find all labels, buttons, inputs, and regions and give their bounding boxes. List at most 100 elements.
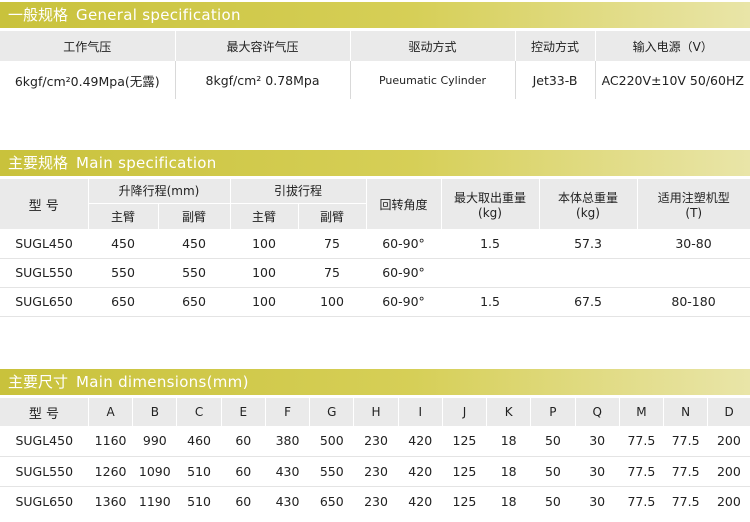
header-work-pressure: 工作气压 [63, 39, 112, 54]
dims-cell: 510 [187, 493, 211, 509]
dims-header-k: K [486, 398, 531, 426]
dims-cell: 230 [364, 493, 388, 509]
cell-pull-sub: 75 [298, 229, 367, 259]
dims-cell: 18 [486, 456, 531, 487]
dims-header-row: 型 号 A B C E F G H I J K P Q M N D [0, 398, 750, 426]
dims-cell: SUGL450 [0, 426, 89, 457]
dims-cell: 1160 [88, 426, 133, 457]
cell-pull-main: 100 [230, 229, 298, 259]
value-drive-mode: Pueumatic Cylinder [349, 61, 515, 99]
cell-machine-type: 30-80 [637, 229, 750, 259]
dims-header-f: F [264, 398, 310, 426]
main-dims-title-cn: 主要尺寸 [8, 373, 69, 391]
dims-cell: 1260 [88, 456, 133, 487]
dims-cell: 125 [452, 493, 477, 509]
cell-max-load: 1.5 [441, 287, 540, 317]
header-control-mode: 控动方式 [514, 31, 595, 61]
cell-lift-sub: 450 [158, 229, 230, 259]
header-power-input: 输入电源（V） [594, 31, 750, 61]
dims-cell: 430 [265, 456, 310, 487]
dims-cell: 125 [442, 456, 487, 487]
general-spec-title-cn: 一般规格 [8, 6, 69, 24]
dims-cell: 77.5 [619, 426, 664, 457]
cell-pull-main: 100 [230, 258, 298, 288]
general-spec-header-row: 工作气压 最大容许气压 驱动方式 控动方式 输入电源（V） [0, 31, 750, 61]
dims-cell: 420 [408, 493, 433, 509]
header-lift-stroke: 升降行程(mm) [87, 179, 230, 204]
cell-rotation: 60-90° [366, 258, 442, 288]
dims-header-b: B [132, 398, 177, 426]
cell-pull-sub: 100 [298, 287, 367, 317]
general-spec-table: 工作气压 最大容许气压 驱动方式 控动方式 输入电源（V） 6kgf/cm²0.… [0, 31, 750, 99]
header-max-pressure: 最大容许气压 [174, 31, 350, 61]
dims-header-n: N [663, 398, 708, 426]
dims-cell: 77.5 [627, 493, 656, 509]
header-machine-type-unit: (T) [685, 205, 703, 220]
dims-cell: 230 [353, 426, 399, 457]
cell-model: SUGL550 [0, 258, 88, 288]
dims-header-i: I [397, 398, 443, 426]
general-spec-value-row: 6kgf/cm²0.49Mpa(无露) 8kgf/cm² 0.78Mpa Pue… [0, 61, 750, 99]
dims-header-d: D [707, 398, 750, 426]
cell-model: SUGL450 [0, 229, 88, 259]
cell-lift-main: 650 [88, 287, 158, 317]
dims-cell: 230 [353, 456, 399, 487]
header-body-weight-unit: (kg) [576, 205, 600, 220]
main-spec-title-cn: 主要规格 [8, 154, 69, 172]
cell-rotation: 60-90° [366, 287, 442, 317]
header-drive-mode: 驱动方式 [349, 31, 515, 61]
dims-cell: 30 [589, 493, 606, 509]
cell-body-weight: 67.5 [539, 287, 638, 317]
dims-cell: 77.5 [663, 426, 708, 457]
cell-lift-sub: 650 [158, 287, 230, 317]
header-pull-main-arm: 主臂 [229, 203, 298, 229]
cell-machine-type [637, 258, 750, 288]
cell-max-load [441, 258, 540, 288]
cell-lift-sub: 550 [158, 258, 230, 288]
dims-header-model: 型 号 [28, 406, 60, 422]
dims-cell: 460 [176, 426, 222, 457]
dims-header-h: H [353, 398, 399, 426]
dims-cell: 1190 [138, 493, 171, 509]
header-rotation: 回转角度 [365, 179, 442, 229]
header-max-load-label: 最大取出重量 [454, 190, 527, 205]
cell-pull-main: 100 [230, 287, 298, 317]
dims-cell: 500 [309, 426, 354, 457]
main-dims-header: 主要尺寸 Main dimensions(mm) [0, 369, 750, 395]
dims-header-q: Q [574, 398, 620, 426]
dims-cell: 18 [500, 493, 517, 509]
cell-max-load: 1.5 [441, 229, 540, 259]
cell-rotation: 60-90° [366, 229, 442, 259]
header-body-weight: 本体总重量 (kg) [538, 179, 638, 229]
header-lift-main-arm: 主臂 [87, 203, 158, 229]
table-row: SUGL650 650 650 100 100 60-90° 1.5 67.5 … [0, 287, 750, 317]
dims-cell: 990 [132, 426, 177, 457]
main-spec-title-en: Main specification [76, 154, 217, 172]
dims-header-j: J [441, 398, 487, 426]
header-max-load: 最大取出重量 (kg) [440, 179, 540, 229]
dims-cell: 30 [575, 426, 620, 457]
cell-body-weight: 57.3 [539, 229, 638, 259]
value-power-input: AC220V±10V 50/60HZ [594, 61, 750, 99]
dims-cell: 200 [707, 456, 750, 487]
dims-cell: 50 [530, 426, 576, 457]
header-machine-type-label: 适用注塑机型 [657, 190, 730, 205]
dims-cell: 200 [716, 493, 741, 509]
cell-model: SUGL650 [0, 287, 88, 317]
header-pull-sub-arm: 副臂 [297, 203, 367, 229]
general-spec-title-en: General specification [76, 6, 241, 24]
cell-lift-main: 450 [88, 229, 158, 259]
dims-header-c: C [176, 398, 222, 426]
dims-cell: 50 [530, 456, 576, 487]
dims-cell: 510 [176, 456, 222, 487]
header-body-weight-label: 本体总重量 [558, 190, 619, 205]
cell-machine-type: 80-180 [637, 287, 750, 317]
dims-cell: 60 [221, 426, 266, 457]
main-spec-header: 主要规格 Main specification [0, 150, 750, 176]
dims-cell: 430 [275, 493, 300, 509]
dims-cell: 650 [319, 493, 344, 509]
table-row: SUGL550 550 550 100 75 60-90° [0, 258, 750, 288]
dims-cell: 550 [309, 456, 354, 487]
dims-cell: 77.5 [663, 456, 708, 487]
dims-cell: 1090 [132, 456, 177, 487]
